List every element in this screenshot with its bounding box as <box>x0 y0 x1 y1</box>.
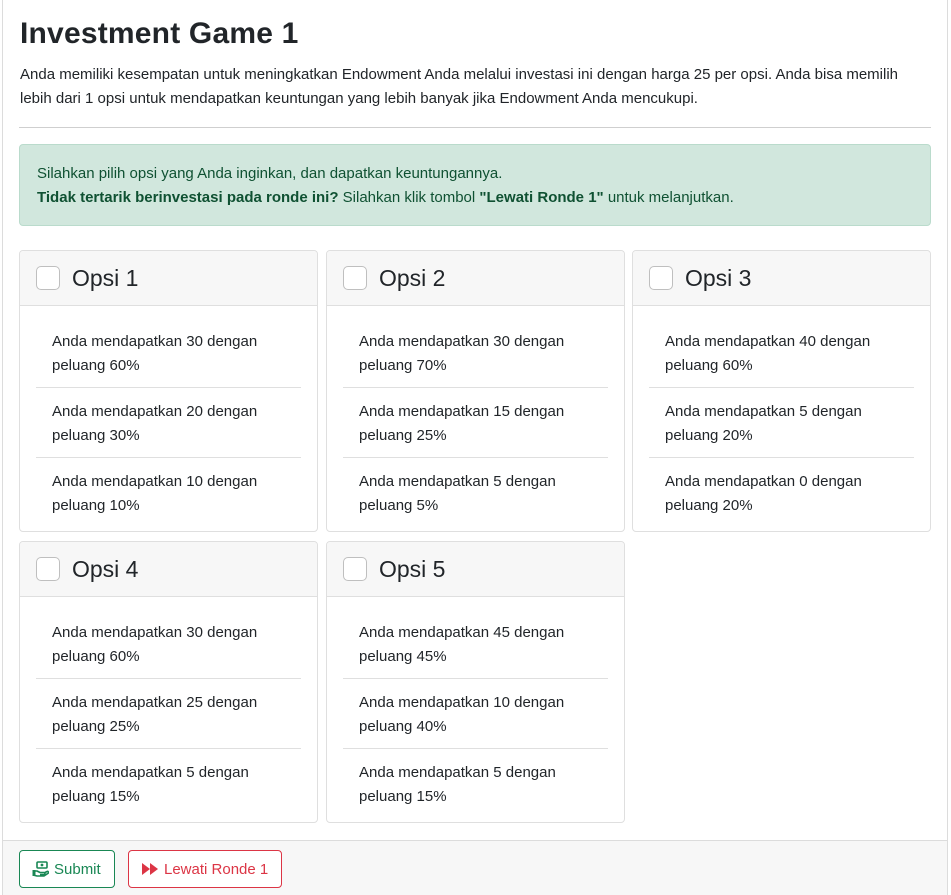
option-card-2: Opsi 2 Anda mendapatkan 30 dengan peluan… <box>326 250 625 532</box>
option-title: Opsi 5 <box>379 555 446 582</box>
outcome-item: Anda mendapatkan 40 dengan peluang 60% <box>649 318 914 388</box>
outcome-item: Anda mendapatkan 10 dengan peluang 40% <box>343 679 608 749</box>
outcome-item: Anda mendapatkan 5 dengan peluang 5% <box>359 473 556 514</box>
option-card-header[interactable]: Opsi 3 <box>633 251 930 306</box>
alert-text-before: Silahkan klik tombol <box>338 189 480 206</box>
page-title: Investment Game 1 <box>20 17 299 50</box>
option-checkbox[interactable] <box>36 266 60 290</box>
option-outcome-list: Anda mendapatkan 30 dengan peluang 60% A… <box>20 597 317 832</box>
option-card-5: Opsi 5 Anda mendapatkan 45 dengan peluan… <box>326 541 625 823</box>
option-card-header[interactable]: Opsi 4 <box>20 542 317 597</box>
outcome-item: Anda mendapatkan 5 dengan peluang 20% <box>649 388 914 458</box>
outcome-item: Anda mendapatkan 20 dengan peluang 30% <box>36 388 301 458</box>
option-title: Opsi 3 <box>685 264 752 291</box>
divider <box>19 127 931 128</box>
outcome-item: Anda mendapatkan 10 dengan peluang 10% <box>52 473 258 514</box>
option-title: Opsi 2 <box>379 264 446 291</box>
outcome-item: Anda mendapatkan 5 dengan peluang 15% <box>52 764 249 805</box>
option-outcome-list: Anda mendapatkan 40 dengan peluang 60% A… <box>633 306 930 541</box>
option-card-4: Opsi 4 Anda mendapatkan 30 dengan peluan… <box>19 541 318 823</box>
outcome-item: Anda mendapatkan 0 dengan peluang 20% <box>665 473 862 514</box>
alert-line-1: Silahkan pilih opsi yang Anda inginkan, … <box>37 165 503 182</box>
outcome-item: Anda mendapatkan 5 dengan peluang 15% <box>359 764 556 805</box>
submit-button[interactable]: Submit <box>19 850 115 888</box>
option-checkbox[interactable] <box>649 266 673 290</box>
intro-text: Anda memiliki kesempatan untuk meningkat… <box>20 66 899 107</box>
option-title: Opsi 4 <box>72 555 139 582</box>
option-card-3: Opsi 3 Anda mendapatkan 40 dengan peluan… <box>632 250 931 532</box>
option-card-header[interactable]: Opsi 2 <box>327 251 624 306</box>
option-card-header[interactable]: Opsi 1 <box>20 251 317 306</box>
alert-question: Tidak tertarik berinvestasi pada ronde i… <box>37 189 339 206</box>
option-outcome-list: Anda mendapatkan 30 dengan peluang 70% A… <box>327 306 624 541</box>
option-outcome-list: Anda mendapatkan 45 dengan peluang 45% A… <box>327 597 624 832</box>
outcome-item: Anda mendapatkan 30 dengan peluang 70% <box>343 318 608 388</box>
option-outcome-list: Anda mendapatkan 30 dengan peluang 60% A… <box>20 306 317 541</box>
option-card-1: Opsi 1 Anda mendapatkan 30 dengan peluan… <box>19 250 318 532</box>
hand-holding-money-icon <box>32 861 49 877</box>
card-footer: Submit Lewati Ronde 1 <box>3 840 947 895</box>
skip-label: Lewati Ronde 1 <box>164 860 269 878</box>
fast-forward-icon <box>142 863 158 875</box>
option-checkbox[interactable] <box>36 557 60 581</box>
option-checkbox[interactable] <box>343 266 367 290</box>
alert-text-after: untuk melanjutkan. <box>603 189 734 206</box>
outcome-item: Anda mendapatkan 30 dengan peluang 60% <box>36 318 301 388</box>
info-alert: Silahkan pilih opsi yang Anda inginkan, … <box>19 144 931 226</box>
option-card-header[interactable]: Opsi 5 <box>327 542 624 597</box>
alert-button-ref: "Lewati Ronde 1" <box>479 189 604 206</box>
skip-round-button[interactable]: Lewati Ronde 1 <box>128 850 282 888</box>
outcome-item: Anda mendapatkan 45 dengan peluang 45% <box>343 609 608 679</box>
outcome-item: Anda mendapatkan 30 dengan peluang 60% <box>36 609 301 679</box>
outcome-item: Anda mendapatkan 25 dengan peluang 25% <box>36 679 301 749</box>
outcome-item: Anda mendapatkan 15 dengan peluang 25% <box>343 388 608 458</box>
page: Investment Game 1 Anda memiliki kesempat… <box>2 0 948 895</box>
option-checkbox[interactable] <box>343 557 367 581</box>
submit-label: Submit <box>54 860 101 878</box>
option-title: Opsi 1 <box>72 264 139 291</box>
alert-line-2: Tidak tertarik berinvestasi pada ronde i… <box>37 186 913 210</box>
